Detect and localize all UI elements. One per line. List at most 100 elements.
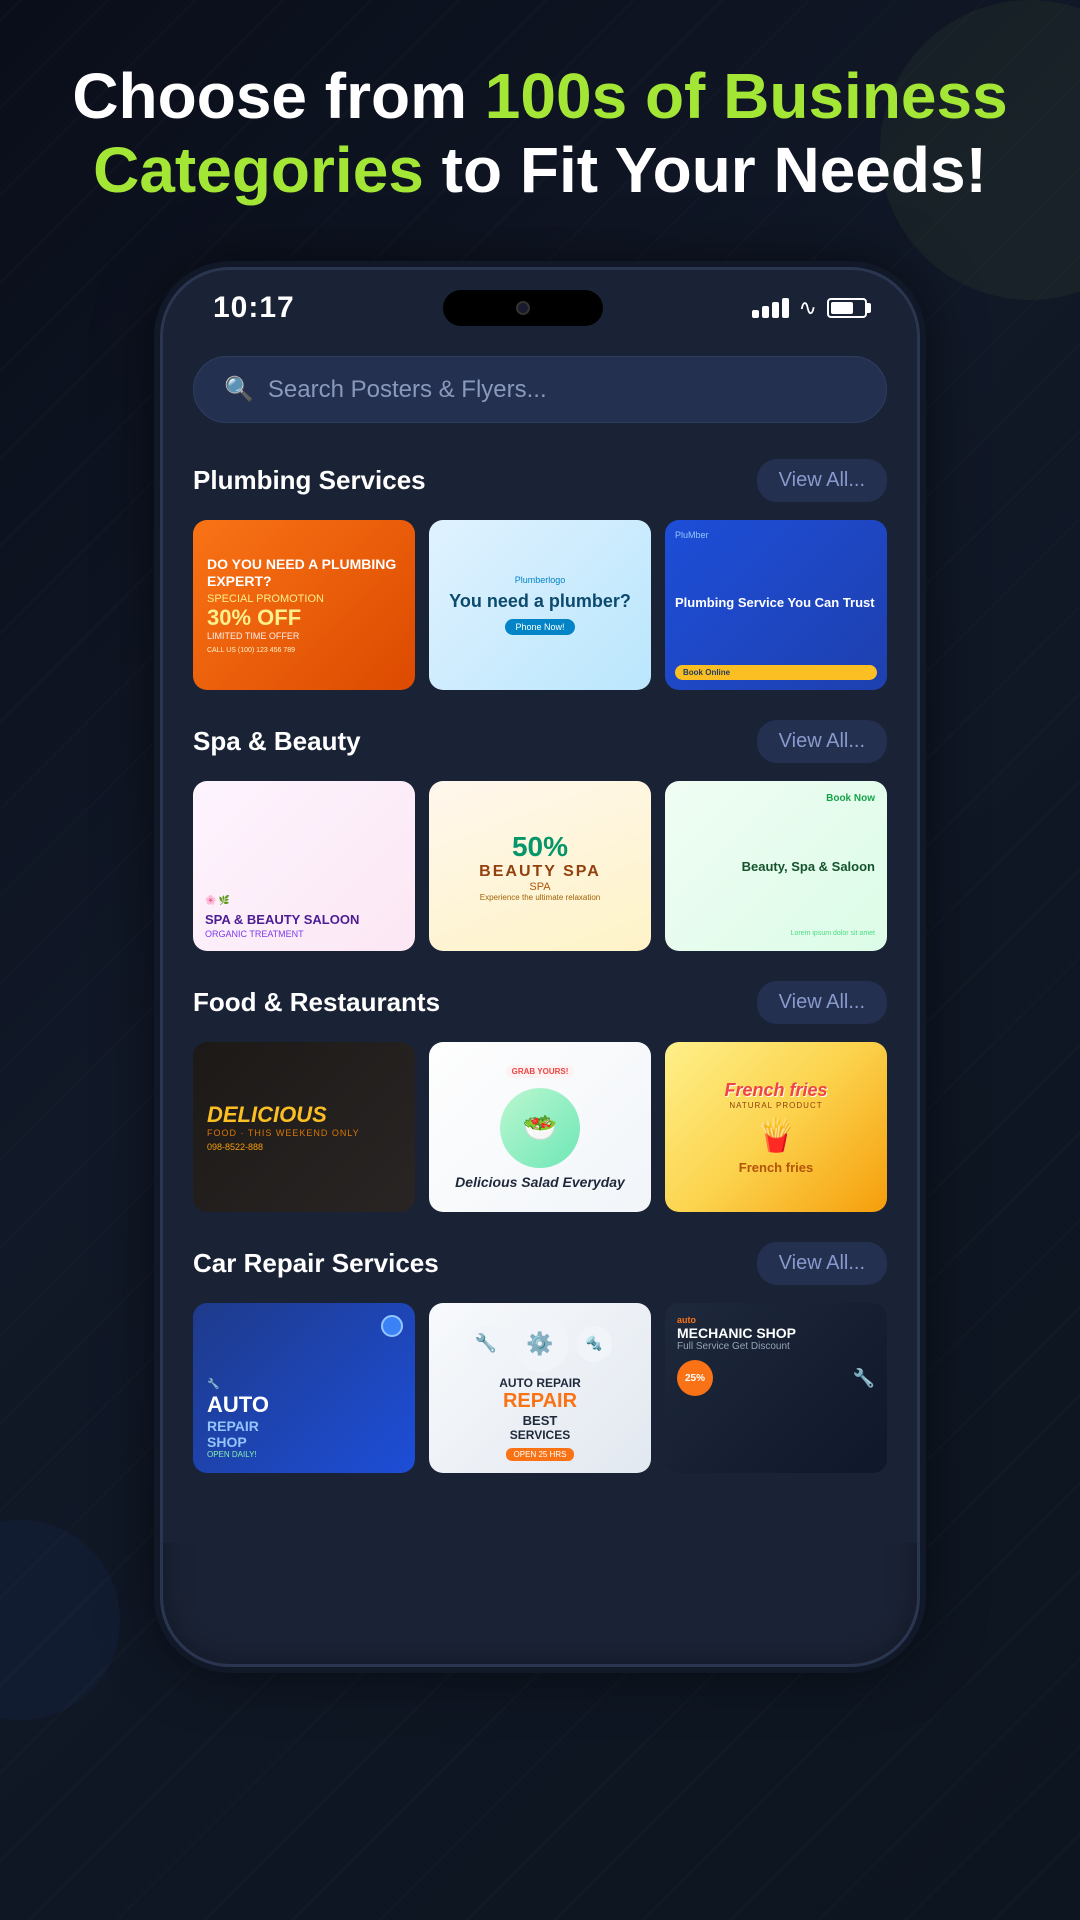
battery-icon: [827, 298, 867, 318]
car-c1-icon: 🔧: [207, 1379, 401, 1390]
plumbing-title: Plumbing Services: [193, 465, 426, 496]
plumbing-card-2[interactable]: Plumberlogo You need a plumber? Phone No…: [429, 520, 651, 690]
car-view-all[interactable]: View All...: [757, 1242, 887, 1285]
food-title: Food & Restaurants: [193, 987, 440, 1018]
car-c1-logo: [381, 1315, 403, 1337]
category-food: Food & Restaurants View All... DELICIOUS…: [193, 981, 887, 1212]
food-card-2-visual: GRAB YOURS! 🥗 Delicious Salad Everyday: [429, 1042, 651, 1212]
car-title: Car Repair Services: [193, 1248, 439, 1279]
status-icons: ∿: [752, 295, 867, 321]
signal-bar-4: [782, 298, 789, 318]
plumbing-card-3-visual: PluMber Plumbing Service You Can Trust B…: [665, 520, 887, 690]
plumbing-c1-off: 30% OFF: [207, 605, 401, 631]
car-header: Car Repair Services View All...: [193, 1242, 887, 1285]
car-c2-gear-icon: ⚙️: [512, 1316, 568, 1372]
spa-card-2[interactable]: 50% BEAUTY SPA SPA Experience the ultima…: [429, 781, 651, 951]
food-cards-grid: DELICIOUS FOOD · THIS WEEKEND ONLY 098-8…: [193, 1042, 887, 1212]
plumbing-card-1[interactable]: DO YOU NEED A PLUMBING EXPERT? SPECIAL P…: [193, 520, 415, 690]
plumbing-c2-cta: Phone Now!: [505, 619, 574, 635]
spa-c1-title: SPA & BEAUTY SALOON: [205, 912, 403, 928]
car-c1-repair: REPAIR: [207, 1418, 401, 1434]
spa-c1-flowers: 🌸 🌿: [205, 895, 403, 906]
car-c1-shop: SHOP: [207, 1434, 401, 1450]
plumbing-c3-title: Plumbing Service You Can Trust: [675, 595, 877, 611]
spa-c2-beauty: BEAUTY SPA: [479, 863, 601, 881]
battery-fill: [831, 302, 853, 314]
plumbing-cards-grid: DO YOU NEED A PLUMBING EXPERT? SPECIAL P…: [193, 520, 887, 690]
hero-highlight: 100s of Business: [485, 60, 1008, 132]
food-card-1[interactable]: DELICIOUS FOOD · THIS WEEKEND ONLY 098-8…: [193, 1042, 415, 1212]
food-c3-icon: 🍟: [756, 1116, 796, 1154]
notch-camera: [516, 301, 530, 315]
plumbing-view-all[interactable]: View All...: [757, 459, 887, 502]
plumbing-c3-brand: PluMber: [675, 530, 709, 540]
spa-c3-lorem: Lorem ipsum dolor sit amet: [677, 929, 875, 939]
car-c3-pct-badge: 25%: [677, 1360, 713, 1396]
car-card-1-visual: 🔧 AUTO REPAIR SHOP OPEN DAILY!: [193, 1303, 415, 1473]
signal-bar-1: [752, 310, 759, 318]
spa-card-3-visual: Book Now Beauty, Spa & Saloon Lorem ipsu…: [665, 781, 887, 951]
car-c1-open: OPEN DAILY!: [207, 1450, 401, 1459]
status-time: 10:17: [213, 291, 295, 325]
spa-c1-sub: ORGANIC TREATMENT: [205, 929, 403, 939]
food-card-2[interactable]: GRAB YOURS! 🥗 Delicious Salad Everyday: [429, 1042, 651, 1212]
spa-c2-spa: SPA: [529, 881, 550, 893]
food-c2-main: Delicious Salad Everyday: [455, 1174, 625, 1190]
food-c2-salad-icon: 🥗: [500, 1088, 580, 1168]
spa-card-2-visual: 50% BEAUTY SPA SPA Experience the ultima…: [429, 781, 651, 951]
wifi-icon: ∿: [799, 295, 817, 321]
car-c2-best: BEST: [523, 1413, 558, 1428]
hero-title: Choose from 100s of Business Categories …: [52, 60, 1027, 207]
car-c3-mech: MECHANIC SHOP: [677, 1325, 875, 1341]
food-c1-main: DELICIOUS: [207, 1102, 401, 1128]
car-cards-grid: 🔧 AUTO REPAIR SHOP OPEN DAILY! 🔧 ⚙️: [193, 1303, 887, 1473]
plumbing-c2-main: You need a plumber?: [449, 591, 631, 613]
spa-c3-book: Book Now: [677, 793, 875, 804]
plumbing-c1-limited: LIMITED TIME OFFER: [207, 631, 401, 641]
plumbing-c1-call: CALL US (100) 123 456 789: [207, 647, 401, 654]
spa-view-all[interactable]: View All...: [757, 720, 887, 763]
food-c2-grab: GRAB YOURS!: [506, 1065, 575, 1078]
car-c2-icons: 🔧 ⚙️ 🔩: [468, 1316, 612, 1372]
car-c3-discount-row: 25% 🔧: [677, 1360, 875, 1396]
car-c2-repair: REPAIR: [503, 1390, 577, 1413]
car-c2-spanner-icon: 🔩: [576, 1326, 612, 1362]
category-spa: Spa & Beauty View All... 🌸 🌿 SPA & BEAUT…: [193, 720, 887, 951]
spa-card-1[interactable]: 🌸 🌿 SPA & BEAUTY SALOON ORGANIC TREATMEN…: [193, 781, 415, 951]
status-bar: 10:17 ∿: [163, 270, 917, 336]
spa-cards-grid: 🌸 🌿 SPA & BEAUTY SALOON ORGANIC TREATMEN…: [193, 781, 887, 951]
hero-line1: Choose from: [72, 60, 484, 132]
plumbing-card-3[interactable]: PluMber Plumbing Service You Can Trust B…: [665, 520, 887, 690]
plumbing-header: Plumbing Services View All...: [193, 459, 887, 502]
phone-frame: 10:17 ∿: [160, 267, 920, 1667]
plumbing-c1-promo: SPECIAL PROMOTION: [207, 593, 401, 605]
food-c3-name: French fries: [739, 1160, 813, 1175]
search-bar[interactable]: 🔍 Search Posters & Flyers...: [193, 356, 887, 423]
spa-card-3[interactable]: Book Now Beauty, Spa & Saloon Lorem ipsu…: [665, 781, 887, 951]
category-plumbing: Plumbing Services View All... DO YOU NEE…: [193, 459, 887, 690]
phone-content: 🔍 Search Posters & Flyers... Plumbing Se…: [163, 336, 917, 1543]
car-card-3-visual: auto MECHANIC SHOP Full Service Get Disc…: [665, 1303, 887, 1473]
plumbing-card-2-visual: Plumberlogo You need a plumber? Phone No…: [429, 520, 651, 690]
plumbing-card-1-visual: DO YOU NEED A PLUMBING EXPERT? SPECIAL P…: [193, 520, 415, 690]
car-card-3[interactable]: auto MECHANIC SHOP Full Service Get Disc…: [665, 1303, 887, 1473]
spa-c2-discover: Experience the ultimate relaxation: [480, 893, 601, 902]
hero-line3: to Fit Your Needs!: [424, 134, 987, 206]
car-c2-wrench-icon: 🔧: [468, 1326, 504, 1362]
signal-bar-3: [772, 302, 779, 318]
signal-icon: [752, 298, 789, 318]
car-card-2[interactable]: 🔧 ⚙️ 🔩 AUTO REPAIR REPAIR BEST SERVICES …: [429, 1303, 651, 1473]
car-card-1[interactable]: 🔧 AUTO REPAIR SHOP OPEN DAILY!: [193, 1303, 415, 1473]
food-c3-french: French fries: [724, 1080, 827, 1101]
signal-bar-2: [762, 306, 769, 318]
spa-header: Spa & Beauty View All...: [193, 720, 887, 763]
car-c3-pct: 25%: [685, 1373, 705, 1384]
plumbing-c1-main: DO YOU NEED A PLUMBING EXPERT?: [207, 556, 401, 590]
search-icon: 🔍: [224, 375, 254, 404]
food-card-3[interactable]: French fries NATURAL PRODUCT 🍟 French fr…: [665, 1042, 887, 1212]
car-c2-open: OPEN 25 HRS: [506, 1448, 575, 1461]
food-view-all[interactable]: View All...: [757, 981, 887, 1024]
food-header: Food & Restaurants View All...: [193, 981, 887, 1024]
car-card-2-visual: 🔧 ⚙️ 🔩 AUTO REPAIR REPAIR BEST SERVICES …: [429, 1303, 651, 1473]
spa-title: Spa & Beauty: [193, 726, 361, 757]
